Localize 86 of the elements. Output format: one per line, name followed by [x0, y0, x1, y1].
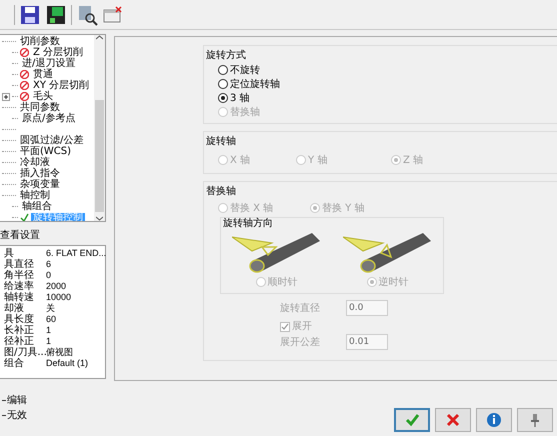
radio-label: 替换 X 轴	[230, 202, 274, 216]
radio-label: X 轴	[230, 154, 250, 168]
info-icon	[486, 412, 502, 428]
property-value: 俯视图	[46, 347, 73, 358]
tree-item[interactable]: 平面(WCS)	[18, 146, 74, 156]
property-label: 径补正	[4, 336, 35, 347]
cancel-button[interactable]	[435, 408, 471, 432]
property-value: 6. FLAT END...	[46, 248, 106, 259]
property-label: 长补正	[4, 325, 35, 336]
section-title: 查看设置	[0, 228, 41, 243]
property-value: 0	[46, 270, 52, 281]
tree-item[interactable]: 贯通	[31, 70, 55, 80]
help-button[interactable]	[476, 408, 512, 432]
group-title: 旋转轴	[206, 134, 237, 149]
legend-mark	[2, 415, 6, 416]
error-icon	[20, 48, 29, 57]
radio-label: 替换轴	[230, 106, 260, 120]
legend-text: 无效	[7, 409, 27, 423]
radio-button[interactable]	[218, 79, 228, 89]
disk-button[interactable]	[45, 4, 67, 26]
pin-button[interactable]	[517, 408, 553, 432]
tree-item[interactable]: 插入指令	[18, 168, 62, 178]
tree-item[interactable]: 轴控制	[18, 190, 52, 200]
radio-label: 替换 Y 轴	[322, 202, 364, 216]
checkbox-label: 展开	[292, 320, 312, 334]
tree-item[interactable]: Z 分层切削	[31, 48, 86, 58]
tree-item[interactable]: 进/退刀设置	[20, 58, 78, 68]
tree-item[interactable]: 轴组合	[20, 202, 54, 212]
property-value: 关	[46, 303, 55, 314]
group-title: 旋转轴方向	[222, 216, 274, 231]
property-label: 却液	[4, 303, 24, 314]
property-value: 2000	[46, 281, 66, 292]
tree-item[interactable]: 冷却液	[18, 158, 52, 168]
radio-label: 不旋转	[230, 64, 260, 78]
property-value: 1	[46, 325, 52, 336]
error-icon	[20, 81, 29, 90]
save-icon	[19, 4, 41, 26]
legend-text: 编辑	[7, 394, 27, 408]
field-label: 展开公差	[280, 336, 321, 350]
radio-label: 定位旋转轴	[230, 78, 280, 92]
error-icon	[20, 70, 29, 79]
window-icon	[102, 4, 124, 26]
window-button[interactable]	[102, 4, 124, 26]
radio-label: 3 轴	[230, 92, 250, 106]
scroll-down-icon[interactable]	[96, 216, 103, 221]
expand-icon[interactable]	[2, 92, 10, 100]
check-icon	[404, 412, 420, 428]
tree-item[interactable]: XY 分层切削	[31, 80, 92, 90]
tree-item[interactable]: 切削参数	[18, 36, 62, 46]
property-label: 具长度	[4, 314, 35, 325]
radio-button[interactable]	[218, 93, 228, 103]
property-label: 给速率	[4, 281, 35, 292]
magnifier-icon	[76, 4, 98, 26]
error-icon	[20, 92, 29, 101]
save-button[interactable]	[19, 4, 41, 26]
radio-label: Z 轴	[403, 154, 424, 168]
property-label: 角半径	[4, 270, 35, 281]
property-value: 1	[46, 336, 52, 347]
tree-item[interactable]: 杂项变量	[18, 180, 62, 190]
radio-label: 顺时针	[268, 276, 298, 290]
magnifier-button[interactable]	[76, 4, 98, 26]
tree-item[interactable]: 原点/参考点	[20, 114, 78, 124]
tree-item[interactable]: 圆弧过滤/公差	[18, 136, 86, 146]
tree-item[interactable]: 共同参数	[18, 102, 62, 112]
scroll-up-icon[interactable]	[96, 35, 103, 40]
property-value: 6	[46, 259, 52, 270]
group-title: 旋转方式	[206, 48, 247, 63]
group-title: 替换轴	[206, 184, 237, 199]
property-value: 10000	[46, 292, 72, 303]
ok-button[interactable]	[394, 408, 430, 432]
property-label: 具	[4, 248, 14, 259]
property-value: 60	[46, 314, 56, 325]
legend-mark	[2, 400, 6, 401]
tree-item[interactable]: 毛头	[31, 92, 55, 102]
check-icon	[20, 213, 29, 221]
radio-label: 逆时针	[378, 276, 408, 290]
property-label: 组合	[4, 358, 25, 369]
property-label: 图/刀具...	[4, 347, 46, 358]
field-label: 旋转直径	[280, 302, 321, 316]
radio-button[interactable]	[218, 65, 228, 75]
close-icon	[445, 412, 461, 428]
radio-label: Y 轴	[308, 154, 328, 168]
property-label: 具直径	[4, 259, 35, 270]
property-value: Default (1)	[46, 358, 88, 369]
property-label: 轴转速	[4, 292, 35, 303]
scrollbar[interactable]	[94, 35, 105, 221]
